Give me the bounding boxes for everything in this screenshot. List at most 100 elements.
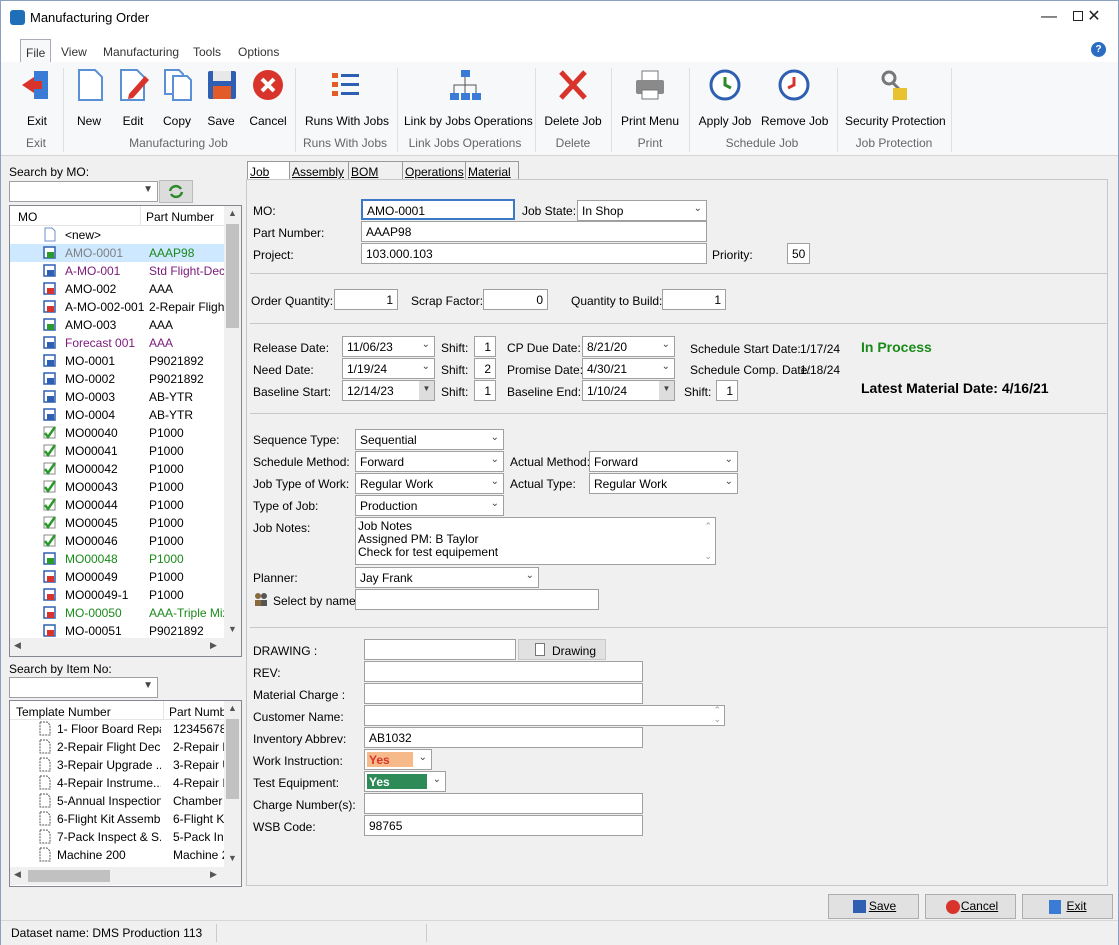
part-number-field[interactable]: AAAP98	[361, 221, 707, 242]
actual-method-dropdown[interactable]: Forward ⌄	[589, 451, 738, 472]
mo-list-vertical-scrollbar[interactable]: ▲ ▼	[224, 206, 241, 638]
template-list-row[interactable]: Machine 200 Machine 20	[10, 846, 224, 864]
release-shift-field[interactable]: 1	[474, 336, 496, 357]
ribbon-runs-with-jobs-button[interactable]: Runs With Jobs	[305, 68, 389, 128]
baseline-end-shift-field[interactable]: 1	[716, 380, 738, 401]
template-list-row[interactable]: 3-Repair Upgrade ... 3-Repair U	[10, 756, 224, 774]
template-list-row[interactable]: 2-Repair Flight Deck 2-Repair F	[10, 738, 224, 756]
mo-list-row[interactable]: <new>	[10, 226, 224, 244]
mo-list-row[interactable]: A-MO-001 Std Flight-Deck	[10, 262, 224, 280]
test-equipment-dropdown[interactable]: Yes ⌄	[364, 771, 446, 792]
baseline-start-shift-field[interactable]: 1	[474, 380, 496, 401]
ribbon-edit-button[interactable]: Edit	[117, 68, 149, 128]
mo-list-row[interactable]: MO00049 P1000	[10, 568, 224, 586]
exit-button[interactable]: Exit	[1022, 894, 1113, 919]
ribbon-delete-job-button[interactable]: Delete Job	[544, 68, 602, 128]
drawing-field[interactable]	[364, 639, 516, 660]
search-by-mo-dropdown[interactable]: ▼	[9, 181, 158, 202]
scrollbar-thumb[interactable]	[226, 719, 239, 799]
charge-numbers-field[interactable]	[364, 793, 643, 814]
planner-dropdown[interactable]: Jay Frank ⌄	[355, 567, 539, 588]
template-list-horizontal-scrollbar[interactable]: ◀ ▶	[10, 867, 241, 885]
refresh-button[interactable]	[159, 180, 193, 203]
mo-list-row[interactable]: MO00049-1 P1000	[10, 586, 224, 604]
mo-list-row[interactable]: MO00046 P1000	[10, 532, 224, 550]
tab-operations[interactable]: Operations	[402, 161, 466, 180]
scroll-down-icon[interactable]: ⌄	[704, 550, 712, 563]
mo-list-row[interactable]: AMO-003 AAA	[10, 316, 224, 334]
template-list-row[interactable]: 1- Floor Board Repair 123456789	[10, 720, 224, 738]
mo-list-row[interactable]: MO-0004 AB-YTR	[10, 406, 224, 424]
menu-manufacturing[interactable]: Manufacturing	[103, 45, 179, 59]
scrollbar-thumb[interactable]	[28, 870, 110, 882]
mo-list-row[interactable]: MO-0003 AB-YTR	[10, 388, 224, 406]
schedule-method-dropdown[interactable]: Forward ⌄	[355, 451, 504, 472]
mo-list-row[interactable]: MO00043 P1000	[10, 478, 224, 496]
menu-options[interactable]: Options	[238, 45, 279, 59]
mo-list-row[interactable]: MO-0001 P9021892	[10, 352, 224, 370]
order-quantity-field[interactable]: 1	[334, 289, 398, 310]
scroll-up-icon[interactable]: ⌃	[704, 520, 712, 533]
baseline-start-picker[interactable]: 12/14/23 ▼	[342, 380, 435, 401]
ribbon-remove-job-button[interactable]: Remove Job	[761, 68, 828, 128]
work-instruction-dropdown[interactable]: Yes ⌄	[364, 749, 432, 770]
actual-type-dropdown[interactable]: Regular Work ⌄	[589, 473, 738, 494]
help-icon[interactable]: ?	[1091, 42, 1106, 57]
need-date-picker[interactable]: 1/19/24 ⌄	[342, 358, 435, 379]
column-header-part-number[interactable]: Part Number	[146, 210, 214, 224]
priority-field[interactable]: 50	[787, 243, 810, 264]
ribbon-apply-job-button[interactable]: Apply Job	[698, 68, 752, 128]
ribbon-save-button[interactable]: Save	[205, 68, 237, 128]
search-by-item-dropdown[interactable]: ▼	[9, 677, 158, 698]
ribbon-link-jobs-operations-button[interactable]: Link by Jobs Operations	[404, 68, 533, 128]
cancel-button[interactable]: Cancel	[925, 894, 1016, 919]
ribbon-new-button[interactable]: New	[73, 68, 105, 128]
template-list-row[interactable]: 4-Repair Instrume... 4-Repair I	[10, 774, 224, 792]
rev-field[interactable]	[364, 661, 643, 682]
mo-list-row[interactable]: MO-00051 P9021892	[10, 622, 224, 638]
column-header-mo[interactable]: MO	[18, 210, 37, 224]
job-state-dropdown[interactable]: In Shop ⌄	[577, 200, 707, 221]
tab-assembly[interactable]: Assembly	[289, 161, 349, 180]
mo-list-row[interactable]: MO00044 P1000	[10, 496, 224, 514]
mo-list-row[interactable]: AMO-0001 AAAP98	[10, 244, 224, 262]
save-button[interactable]: Save	[828, 894, 919, 919]
sequence-type-dropdown[interactable]: Sequential ⌄	[355, 429, 504, 450]
mo-list-row[interactable]: A-MO-002-001 2-Repair Flight	[10, 298, 224, 316]
promise-date-picker[interactable]: 4/30/21 ⌄	[582, 358, 675, 379]
mo-list-row[interactable]: AMO-002 AAA	[10, 280, 224, 298]
template-list-vertical-scrollbar[interactable]: ▲ ▼	[224, 701, 241, 867]
release-date-picker[interactable]: 11/06/23 ⌄	[342, 336, 435, 357]
people-icon[interactable]	[253, 591, 269, 607]
mo-list-row[interactable]: MO00041 P1000	[10, 442, 224, 460]
tab-bom-link[interactable]: BOM Link	[348, 161, 403, 193]
job-type-of-work-dropdown[interactable]: Regular Work ⌄	[355, 473, 504, 494]
job-notes-textarea[interactable]: Job Notes Assigned PM: B Taylor Check for …	[355, 517, 716, 565]
ribbon-exit-button[interactable]: Exit	[19, 68, 55, 128]
maximize-button[interactable]	[1027, 1, 1083, 34]
ribbon-cancel-button[interactable]: Cancel	[249, 68, 287, 128]
menu-view[interactable]: View	[61, 45, 87, 59]
mo-field[interactable]: AMO-0001	[361, 199, 515, 220]
baseline-end-picker[interactable]: 1/10/24 ▼	[582, 380, 675, 401]
mo-list-row[interactable]: MO-00050 AAA-Triple Mix	[10, 604, 224, 622]
mo-list-row[interactable]: MO-0002 P9021892	[10, 370, 224, 388]
mo-list-row[interactable]: Forecast 001 AAA	[10, 334, 224, 352]
scrap-factor-field[interactable]: 0	[483, 289, 548, 310]
customer-name-field[interactable]: ⌃ ⌄	[364, 705, 725, 726]
inventory-abbrev-field[interactable]: AB1032	[364, 727, 643, 748]
template-list-row[interactable]: 7-Pack Inspect & S... 5-Pack In	[10, 828, 224, 846]
ribbon-print-menu-button[interactable]: Print Menu	[621, 68, 679, 128]
mo-list-row[interactable]: MO00045 P1000	[10, 514, 224, 532]
select-by-name-field[interactable]	[355, 589, 599, 610]
tab-job[interactable]: Job	[247, 161, 290, 180]
cp-due-date-picker[interactable]: 8/21/20 ⌄	[582, 336, 675, 357]
menu-tools[interactable]: Tools	[193, 45, 221, 59]
mo-list-row[interactable]: MO00040 P1000	[10, 424, 224, 442]
template-list-row[interactable]: 6-Flight Kit Assembly 6-Flight Kit	[10, 810, 224, 828]
close-button[interactable]: ✕	[1071, 1, 1117, 34]
wsb-code-field[interactable]: 98765	[364, 815, 643, 836]
type-of-job-dropdown[interactable]: Production ⌄	[355, 495, 504, 516]
quantity-to-build-field[interactable]: 1	[662, 289, 726, 310]
ribbon-security-protection-button[interactable]: Security Protection	[845, 68, 946, 128]
